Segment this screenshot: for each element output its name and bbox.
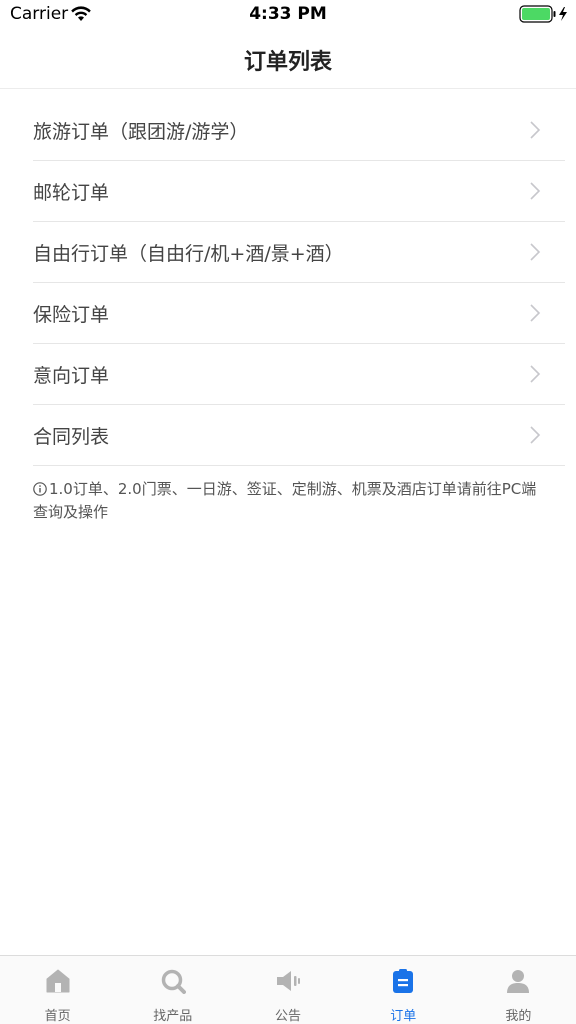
list-item-independent-travel-orders[interactable]: 自由行订单（自由行/机+酒/景+酒） [33, 222, 565, 283]
list-item-label: 意向订单 [33, 365, 110, 387]
tab-label: 首页 [44, 1009, 71, 1024]
list-item-label: 旅游订单（跟团游/游学） [33, 121, 249, 143]
search-icon [161, 969, 186, 994]
list-item-travel-orders[interactable]: 旅游订单（跟团游/游学） [33, 100, 565, 161]
nav-bar: 订单列表 [0, 30, 576, 89]
tab-home[interactable]: 首页 [0, 956, 115, 1024]
tab-bar: 首页 找产品 公告 订单 我的 [0, 955, 576, 1024]
status-bar: Carrier 4:33 PM [0, 0, 576, 30]
megaphone-icon [277, 971, 300, 991]
clipboard-icon [393, 969, 414, 993]
list-item-label: 自由行订单（自由行/机+酒/景+酒） [33, 243, 344, 265]
order-list: 旅游订单（跟团游/游学） 邮轮订单 自由行订单（自由行/机+酒/景+酒） 保险订… [0, 100, 576, 466]
tab-label: 我的 [505, 1009, 532, 1024]
home-icon [46, 969, 70, 993]
list-item-label: 保险订单 [33, 304, 110, 326]
chevron-right-icon [530, 243, 541, 261]
list-item-contract-list[interactable]: 合同列表 [33, 405, 565, 466]
chevron-right-icon [530, 304, 541, 322]
list-item-label: 合同列表 [33, 426, 110, 448]
tab-label: 找产品 [153, 1009, 193, 1024]
list-item-cruise-orders[interactable]: 邮轮订单 [33, 161, 565, 222]
page-title: 订单列表 [243, 50, 332, 75]
screen: Carrier 4:33 PM 订单列表 旅游订单（跟团游/游学） 邮轮订单 自… [0, 0, 576, 1024]
chevron-right-icon [530, 182, 541, 200]
list-item-insurance-orders[interactable]: 保险订单 [33, 283, 565, 344]
tab-orders[interactable]: 订单 [346, 956, 461, 1024]
chevron-right-icon [530, 121, 541, 139]
chevron-right-icon [530, 365, 541, 383]
notice-text: 1.0订单、2.0门票、一日游、签证、定制游、机票及酒店订单请前往PC端查询及操… [33, 480, 537, 521]
tab-announcements[interactable]: 公告 [230, 956, 345, 1024]
tab-label: 公告 [275, 1009, 302, 1024]
info-icon [33, 482, 47, 496]
notice: 1.0订单、2.0门票、一日游、签证、定制游、机票及酒店订单请前往PC端查询及操… [33, 478, 545, 524]
chevron-right-icon [530, 426, 541, 444]
list-item-label: 邮轮订单 [33, 182, 110, 204]
tab-label: 订单 [390, 1009, 417, 1024]
battery-icon [519, 5, 567, 23]
tab-find-products[interactable]: 找产品 [115, 956, 230, 1024]
user-icon [507, 970, 530, 993]
list-item-intent-orders[interactable]: 意向订单 [33, 344, 565, 405]
tab-mine[interactable]: 我的 [461, 956, 576, 1024]
clock: 4:33 PM [249, 4, 327, 24]
